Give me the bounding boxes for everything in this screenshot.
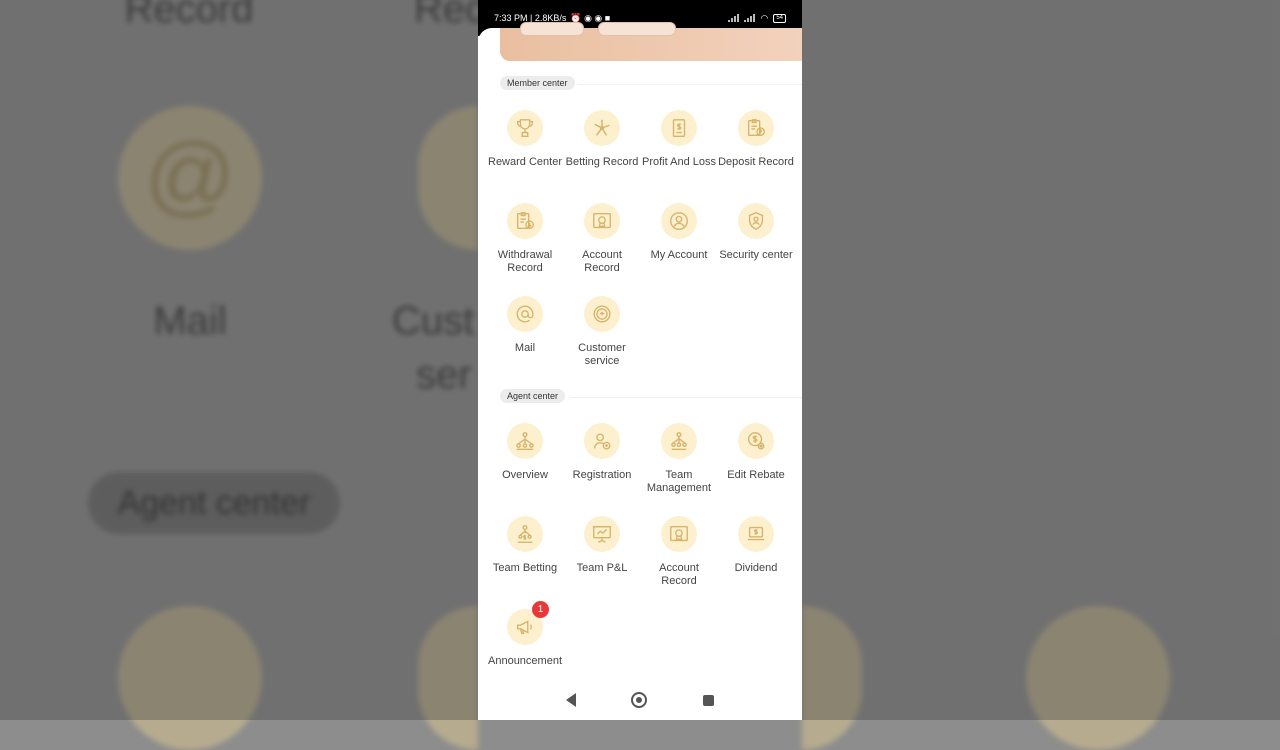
clipboard-upload-icon: [738, 110, 774, 146]
top-banner: [500, 22, 802, 61]
team-money-icon: [507, 516, 543, 552]
banner-button-2[interactable]: [598, 22, 676, 36]
user-circle-icon: [661, 203, 697, 239]
announcement-badge: 1: [532, 601, 549, 618]
registration-item[interactable]: Registration: [562, 423, 642, 482]
member-center-label: Member center: [500, 76, 575, 90]
withdrawal-record-item[interactable]: Withdrawal Record: [485, 203, 565, 275]
mail-item[interactable]: Mail: [485, 296, 565, 355]
customer-service-label: Customer service: [578, 342, 626, 367]
deposit-record-item[interactable]: Deposit Record: [716, 110, 796, 169]
member-divider: [578, 84, 802, 85]
dividend-label: Dividend: [734, 562, 778, 574]
menu-sheet: Member center Reward Center Betting Reco…: [478, 22, 802, 720]
add-user-icon: [584, 423, 620, 459]
banner-button-1[interactable]: [520, 22, 584, 36]
deposit-record-label: Deposit Record: [718, 156, 794, 168]
support-24-7-icon: [584, 296, 620, 332]
profit-and-loss-label: Profit And Loss: [642, 156, 716, 168]
team-management-label: Team Management: [646, 469, 712, 494]
shield-user-icon: [738, 203, 774, 239]
security-center-item[interactable]: Security center: [716, 203, 796, 262]
system-nav-bar: [478, 680, 802, 720]
home-button[interactable]: [631, 692, 648, 708]
mail-label: Mail: [514, 342, 536, 354]
certificate-icon: [584, 203, 620, 239]
team-pl-item[interactable]: Team P&L: [562, 516, 642, 575]
betting-record-label: Betting Record: [565, 156, 639, 168]
agent-account-record-item[interactable]: Account Record: [639, 516, 719, 588]
team-betting-label: Team Betting: [492, 562, 558, 574]
edit-rebate-label: Edit Rebate: [727, 469, 785, 481]
recent-apps-button[interactable]: [703, 694, 715, 706]
signal-1-icon: [728, 14, 740, 22]
team-hierarchy-icon: [661, 423, 697, 459]
team-betting-item[interactable]: Team Betting: [485, 516, 565, 575]
at-sign-icon: [507, 296, 543, 332]
dividend-item[interactable]: Dividend: [716, 516, 796, 575]
dollar-gear-icon: [738, 423, 774, 459]
betting-record-item[interactable]: Betting Record: [562, 110, 642, 169]
overview-item[interactable]: Overview: [485, 423, 565, 482]
wifi-icon: ◠: [760, 12, 769, 23]
back-button[interactable]: [565, 693, 576, 707]
agent-account-record-label: Account Record: [659, 562, 699, 587]
overview-label: Overview: [502, 469, 548, 481]
reward-center-item[interactable]: Reward Center: [485, 110, 565, 169]
account-record-item[interactable]: Account Record: [562, 203, 642, 275]
reward-center-label: Reward Center: [488, 156, 562, 168]
laptop-dollar-icon: [738, 516, 774, 552]
team-management-item[interactable]: Team Management: [639, 423, 719, 495]
phone-screen: 7:33 PM | 2.8KB/s ⏰ ◉ ◉ ■ ◠ 54 Member ce…: [478, 0, 802, 720]
account-record-label: Account Record: [582, 249, 622, 274]
hierarchy-icon: [507, 423, 543, 459]
profit-and-loss-item[interactable]: Profit And Loss: [639, 110, 719, 169]
battery-icon: 54: [773, 13, 786, 23]
my-account-label: My Account: [650, 249, 708, 261]
announcement-label: Announcement: [488, 655, 562, 667]
team-pl-label: Team P&L: [576, 562, 628, 574]
agent-divider: [570, 397, 802, 398]
security-center-label: Security center: [719, 249, 793, 261]
pinwheel-icon: [584, 110, 620, 146]
status-right: ◠ 54: [728, 13, 786, 24]
registration-label: Registration: [572, 469, 632, 481]
announcement-item[interactable]: 1 Announcement: [485, 601, 565, 668]
customer-service-item[interactable]: Customer service: [562, 296, 642, 368]
certificate-icon: [661, 516, 697, 552]
signal-2-icon: [744, 14, 756, 22]
megaphone-icon: 1: [507, 601, 549, 645]
edit-rebate-item[interactable]: Edit Rebate: [716, 423, 796, 482]
presentation-chart-icon: [584, 516, 620, 552]
ledger-dollar-icon: [661, 110, 697, 146]
agent-center-label: Agent center: [500, 389, 566, 403]
my-account-item[interactable]: My Account: [639, 203, 719, 262]
withdrawal-record-label: Withdrawal Record: [497, 249, 553, 274]
clipboard-download-icon: [507, 203, 543, 239]
trophy-icon: [507, 110, 543, 146]
